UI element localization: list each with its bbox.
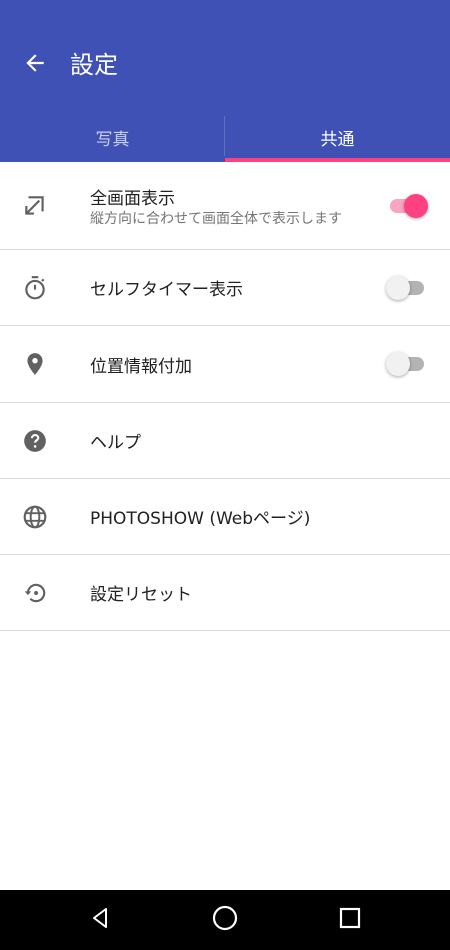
settings-list: 全画面表示 縦方向に合わせて画面全体で表示します セルフタイマー表示 位置情報付… bbox=[0, 162, 450, 631]
location-toggle[interactable] bbox=[386, 347, 428, 381]
timer-icon bbox=[18, 271, 52, 305]
help-icon bbox=[18, 424, 52, 458]
system-nav-bar bbox=[0, 890, 450, 950]
location-pin-icon bbox=[18, 347, 52, 381]
setting-fullscreen-sublabel: 縦方向に合わせて画面全体で表示します bbox=[90, 211, 342, 227]
toggle-thumb bbox=[404, 194, 428, 218]
tab-common[interactable]: 共通 bbox=[225, 112, 450, 162]
arrow-back-icon bbox=[22, 50, 48, 80]
setting-fullscreen[interactable]: 全画面表示 縦方向に合わせて画面全体で表示します bbox=[0, 162, 450, 250]
back-button[interactable] bbox=[14, 44, 56, 86]
toggle-thumb bbox=[386, 352, 410, 376]
toolbar: 設定 bbox=[0, 0, 450, 112]
tab-common-label: 共通 bbox=[320, 129, 355, 150]
reset-icon bbox=[18, 576, 52, 610]
setting-reset[interactable]: 設定リセット bbox=[0, 555, 450, 631]
setting-location-label: 位置情報付加 bbox=[90, 357, 192, 377]
setting-reset-label: 設定リセット bbox=[90, 585, 192, 605]
tab-photo[interactable]: 写真 bbox=[0, 112, 225, 162]
app-bar: 設定 写真 共通 bbox=[0, 0, 450, 162]
fullscreen-arrow-icon bbox=[18, 189, 52, 223]
nav-recents-button[interactable] bbox=[330, 900, 370, 940]
toggle-thumb bbox=[386, 276, 410, 300]
page-title: 設定 bbox=[70, 51, 118, 79]
setting-webpage[interactable]: PHOTOSHOW (Webページ) bbox=[0, 479, 450, 555]
recents-square-icon bbox=[339, 907, 361, 933]
setting-location[interactable]: 位置情報付加 bbox=[0, 326, 450, 403]
setting-self-timer[interactable]: セルフタイマー表示 bbox=[0, 250, 450, 326]
nav-home-button[interactable] bbox=[205, 900, 245, 940]
setting-webpage-label: PHOTOSHOW (Webページ) bbox=[90, 509, 311, 529]
setting-fullscreen-label: 全画面表示 bbox=[90, 189, 175, 209]
globe-icon bbox=[18, 500, 52, 534]
home-circle-icon bbox=[211, 904, 239, 936]
setting-help-label: ヘルプ bbox=[90, 433, 141, 453]
setting-self-timer-label: セルフタイマー表示 bbox=[90, 280, 243, 300]
tab-bar: 写真 共通 bbox=[0, 112, 450, 162]
back-triangle-icon bbox=[88, 906, 112, 934]
fullscreen-toggle[interactable] bbox=[386, 189, 428, 223]
tab-photo-label: 写真 bbox=[95, 129, 130, 150]
nav-back-button[interactable] bbox=[80, 900, 120, 940]
self-timer-toggle[interactable] bbox=[386, 271, 428, 305]
setting-help[interactable]: ヘルプ bbox=[0, 403, 450, 479]
